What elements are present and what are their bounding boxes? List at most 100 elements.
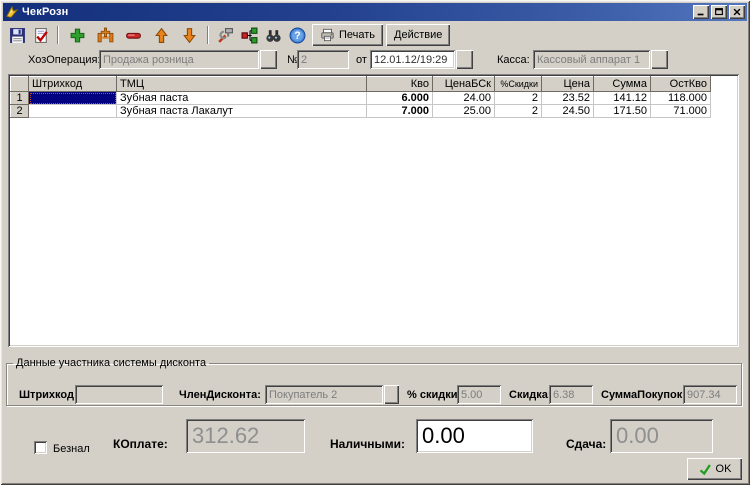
add-row-button[interactable] (65, 24, 89, 46)
row-number-cell[interactable]: 1 (10, 91, 29, 105)
app-window: ЧекРозн ? Печать Действие ХозОперация: П… (0, 0, 750, 485)
qty-cell[interactable]: 7.000 (366, 104, 433, 118)
delete-icon (125, 27, 142, 44)
toolbar-separator (57, 26, 59, 44)
insert-row-button[interactable] (93, 24, 117, 46)
barcode-cell-selected[interactable] (28, 91, 117, 105)
tmc-cell[interactable]: Зубная паста Лакалут (116, 104, 367, 118)
verify-button[interactable] (29, 24, 53, 46)
move-up-icon (153, 27, 170, 44)
purchases-sum-label: СуммаПокупок: (601, 389, 686, 401)
insert-icon (97, 27, 114, 44)
search-button[interactable] (261, 24, 285, 46)
discount-member-field[interactable] (265, 385, 383, 404)
change-field[interactable] (610, 419, 713, 453)
operation-field[interactable] (99, 50, 259, 69)
discount-pct-field[interactable] (457, 385, 501, 404)
cashbox-field[interactable] (533, 50, 650, 69)
search-icon (265, 27, 282, 44)
price-cell[interactable]: 23.52 (541, 91, 594, 105)
disc-cell[interactable]: 2 (494, 91, 542, 105)
move-down-icon (181, 27, 198, 44)
discount-barcode-field[interactable] (75, 385, 163, 404)
title-bar: ЧекРозн (3, 3, 747, 21)
grid-corner-cell (10, 76, 29, 92)
col-header-qty: Кво (366, 76, 433, 92)
cashbox-lookup-button[interactable] (651, 50, 668, 69)
operation-label: ХозОперация: (28, 54, 101, 66)
print-button-label: Печать (339, 29, 376, 41)
col-header-barcode: Штрихкод (28, 76, 117, 92)
help-icon: ? (289, 27, 306, 44)
table-row: 2 Зубная паста Лакалут 7.000 25.00 2 24.… (10, 104, 711, 118)
col-header-price: Цена (541, 76, 594, 92)
save-button[interactable] (5, 24, 29, 46)
price-nodisc-cell[interactable]: 25.00 (432, 104, 495, 118)
add-icon (69, 27, 86, 44)
grid-header-row: Штрихкод ТМЦ Кво ЦенаБСк %Скидки Цена Су… (10, 76, 711, 92)
print-button[interactable]: Печать (312, 24, 384, 46)
cashless-checkbox[interactable] (34, 441, 47, 454)
price-cell[interactable]: 24.50 (541, 104, 594, 118)
date-field[interactable] (370, 50, 455, 69)
ok-button[interactable]: OK (687, 458, 742, 480)
help-button[interactable]: ? (285, 24, 309, 46)
delete-row-button[interactable] (121, 24, 145, 46)
settings-icon (217, 27, 234, 44)
discount-pct-label: % скидки: (407, 389, 462, 401)
cashbox-label: Касса: (497, 54, 530, 66)
discount-member-lookup-button[interactable] (384, 385, 399, 404)
to-pay-label: КОплате: (113, 437, 168, 451)
discount-member-label: ЧленДисконта: (179, 389, 261, 401)
discount-amount-label: Скидка: (509, 389, 552, 401)
cashless-label: Безнал (53, 443, 90, 455)
toolbar-separator (207, 26, 209, 44)
maximize-button[interactable] (711, 5, 727, 19)
discount-group-title: Данные участника системы дисконта (16, 357, 207, 369)
disc-cell[interactable]: 2 (494, 104, 542, 118)
verify-icon (33, 27, 50, 44)
move-up-button[interactable] (149, 24, 173, 46)
check-icon (698, 463, 712, 476)
cash-field[interactable] (416, 419, 533, 453)
qty-cell[interactable]: 6.000 (366, 91, 433, 105)
ok-button-label: OK (715, 463, 732, 475)
toolbar: ? Печать Действие (5, 23, 745, 47)
structure-button[interactable] (237, 24, 261, 46)
col-header-tmc: ТМЦ (116, 76, 367, 92)
app-icon (5, 5, 19, 19)
date-label: от (356, 54, 367, 66)
to-pay-field[interactable] (186, 419, 305, 453)
sum-cell[interactable]: 171.50 (593, 104, 651, 118)
col-header-sum: Сумма (593, 76, 651, 92)
price-nodisc-cell[interactable]: 24.00 (432, 91, 495, 105)
purchases-sum-field[interactable] (683, 385, 737, 404)
printer-icon (320, 28, 335, 42)
rest-cell[interactable]: 71.000 (650, 104, 711, 118)
action-button[interactable]: Действие (386, 24, 451, 46)
svg-text:?: ? (294, 30, 300, 42)
col-header-price-nodisc: ЦенаБСк (432, 76, 495, 92)
row-number-cell[interactable]: 2 (10, 104, 29, 118)
structure-icon (241, 27, 258, 44)
minimize-button[interactable] (693, 5, 709, 19)
barcode-cell[interactable] (28, 104, 117, 118)
save-icon (9, 27, 26, 44)
operation-lookup-button[interactable] (260, 50, 277, 69)
discount-amount-field[interactable] (549, 385, 593, 404)
sum-cell[interactable]: 141.12 (593, 91, 651, 105)
rest-cell[interactable]: 118.000 (650, 91, 711, 105)
action-button-label: Действие (394, 29, 443, 41)
cash-label: Наличными: (330, 437, 406, 451)
date-lookup-button[interactable] (456, 50, 473, 69)
table-row: 1 Зубная паста 6.000 24.00 2 23.52 141.1… (10, 91, 711, 105)
tmc-cell[interactable]: Зубная паста (116, 91, 367, 105)
move-down-button[interactable] (177, 24, 201, 46)
discount-barcode-label: Штрихкод: (19, 389, 78, 401)
change-label: Сдача: (566, 437, 607, 451)
items-grid: Штрихкод ТМЦ Кво ЦенаБСк %Скидки Цена Су… (8, 74, 739, 347)
number-field[interactable] (297, 50, 349, 69)
col-header-disc: %Скидки (494, 76, 542, 92)
close-button[interactable] (729, 5, 745, 19)
settings-button[interactable] (213, 24, 237, 46)
